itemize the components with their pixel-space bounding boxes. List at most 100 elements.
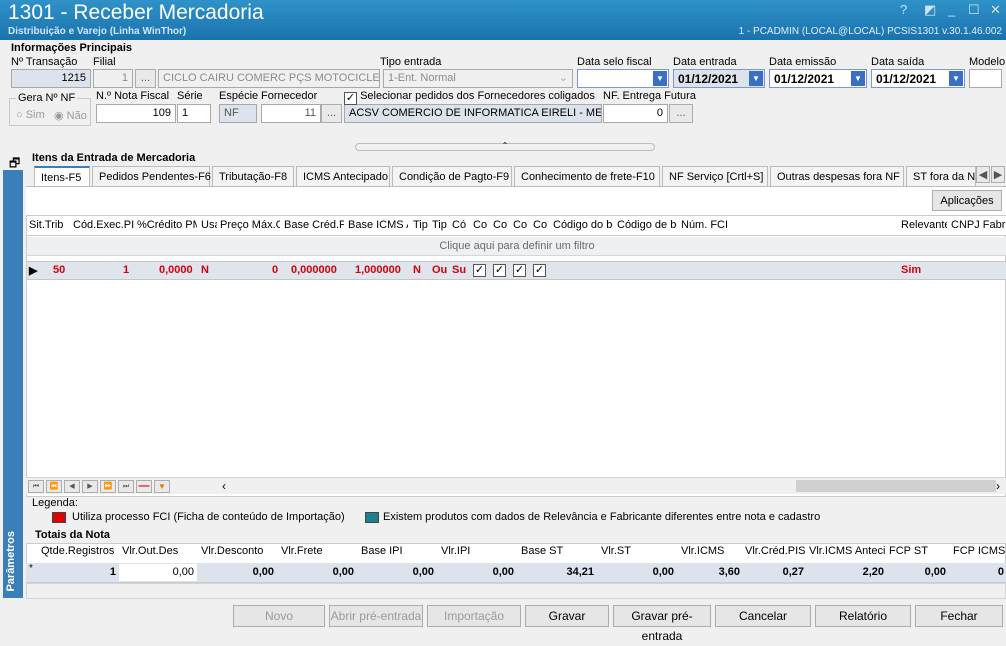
close-icon[interactable]: ✕ xyxy=(990,2,1001,18)
col-tip-2[interactable]: Tip xyxy=(432,219,448,231)
aplicacoes-button[interactable]: Aplicações xyxy=(932,190,1002,211)
tab-pedidos[interactable]: Pedidos Pendentes-F6 xyxy=(92,166,211,187)
scroll-left-icon[interactable]: ‹ xyxy=(222,479,226,493)
cell-cod-1[interactable]: Su xyxy=(452,264,466,276)
calendar-dropdown-icon[interactable]: ▼ xyxy=(949,71,963,86)
col-co-5[interactable]: Código do be xyxy=(553,219,613,231)
transacao-field[interactable]: 1215 xyxy=(11,69,91,88)
prev-record-icon[interactable]: ◀ xyxy=(64,480,80,493)
relatorio-button[interactable]: Relatório xyxy=(815,605,911,627)
fornecedor-field[interactable]: 11 xyxy=(261,104,321,123)
datasaida-field[interactable]: 01/12/2021 ▼ xyxy=(871,69,965,88)
col-usa[interactable]: Usa xyxy=(201,219,217,231)
col-cnpj-fabric[interactable]: CNPJ Fabric xyxy=(951,219,1006,231)
row-checkbox-1[interactable]: ✓ xyxy=(473,264,486,277)
filter-icon[interactable]: ▼ xyxy=(154,480,170,493)
cell-sit-trib[interactable]: 50 xyxy=(53,264,65,276)
first-record-icon[interactable]: ⏮ xyxy=(28,480,44,493)
tab-outras-despesas[interactable]: Outras despesas fora NF xyxy=(770,166,904,187)
parametros-sidebar[interactable]: Parâmetros xyxy=(3,170,23,598)
calendar-dropdown-icon[interactable]: ▼ xyxy=(851,71,865,86)
tab-scroll-left-icon[interactable]: ◀ xyxy=(976,166,990,183)
tab-itens[interactable]: Itens-F5 xyxy=(34,166,90,187)
col-co-3[interactable]: Co xyxy=(513,219,529,231)
col-base-cred[interactable]: Base Créd.P xyxy=(284,219,344,231)
dataemissao-field[interactable]: 01/12/2021 ▼ xyxy=(769,69,867,88)
layout-icon[interactable]: ◩ xyxy=(924,2,936,18)
col-relevante[interactable]: Relevante xyxy=(901,219,947,231)
items-grid[interactable]: Sit.Trib Cód.Exec.PI %Crédito PM Usa Pre… xyxy=(26,215,1006,497)
row-checkbox-3[interactable]: ✓ xyxy=(513,264,526,277)
col-num-fci[interactable]: Núm. FCI xyxy=(681,219,881,231)
cancelar-button[interactable]: Cancelar xyxy=(715,605,811,627)
next-page-icon[interactable]: ⏩ xyxy=(100,480,116,493)
filial-lookup-button[interactable]: ... xyxy=(135,69,156,88)
tab-nf-servico[interactable]: NF Serviço [Crtl+S] xyxy=(662,166,768,187)
col-preco-max[interactable]: Preço Máx.C xyxy=(220,219,280,231)
gravar-button[interactable]: Gravar xyxy=(525,605,609,627)
maximize-icon[interactable]: ☐ xyxy=(968,2,980,18)
col-co-4[interactable]: Co xyxy=(533,219,549,231)
calendar-dropdown-icon[interactable]: ▼ xyxy=(653,71,667,86)
row-checkbox-4[interactable]: ✓ xyxy=(533,264,546,277)
radio-nao[interactable]: ◉ Não xyxy=(54,109,87,122)
totais-scrollbar[interactable] xyxy=(26,583,1006,599)
col-credito-pm[interactable]: %Crédito PM xyxy=(137,219,197,231)
cell-preco-max[interactable]: 0 xyxy=(272,264,278,276)
row-checkbox-2[interactable]: ✓ xyxy=(493,264,506,277)
cell-base-icms[interactable]: 1,000000 xyxy=(355,264,401,276)
importacao-button[interactable]: Importação xyxy=(427,605,521,627)
futura-field[interactable]: 0 xyxy=(603,104,668,123)
col-base-icms[interactable]: Base ICMS A xyxy=(348,219,408,231)
col-co-2[interactable]: Co xyxy=(493,219,509,231)
abrir-pre-entrada-button[interactable]: Abrir pré-entrada xyxy=(329,605,423,627)
tab-condicao-pagto[interactable]: Condição de Pagto-F9 xyxy=(392,166,512,187)
selecionar-checkbox[interactable]: ✓ Selecionar pedidos dos Fornecedores co… xyxy=(344,90,595,105)
selo-date-field[interactable]: ▼ xyxy=(577,69,669,88)
fechar-button[interactable]: Fechar xyxy=(915,605,1003,627)
grid-filter-row[interactable]: Clique aqui para definir um filtro xyxy=(27,237,1006,256)
col-co-1[interactable]: Co xyxy=(473,219,489,231)
tab-conhecimento-frete[interactable]: Conhecimento de frete-F10 xyxy=(514,166,660,187)
radio-sim[interactable]: ○ Sim xyxy=(16,109,45,121)
novo-button[interactable]: Novo xyxy=(233,605,325,627)
last-record-icon[interactable]: ⏭ xyxy=(118,480,134,493)
minimize-icon[interactable]: _ xyxy=(948,2,955,17)
filial-field[interactable]: 1 xyxy=(93,69,133,88)
col-tip-1[interactable]: Tip xyxy=(413,219,429,231)
next-record-icon[interactable]: ▶ xyxy=(82,480,98,493)
calendar-dropdown-icon[interactable]: ▼ xyxy=(749,71,763,86)
futura-lookup-button[interactable]: ... xyxy=(669,104,693,123)
col-cod-exec[interactable]: Cód.Exec.PI xyxy=(73,219,135,231)
table-row[interactable]: ▶ 50 1 0,0000 N 0 0,000000 1,000000 N Ou… xyxy=(27,261,1006,280)
cell-tip-1[interactable]: N xyxy=(413,264,421,276)
notafiscal-field[interactable]: 109 xyxy=(96,104,176,123)
modelo-field[interactable] xyxy=(969,69,1002,88)
help-icon[interactable]: ? xyxy=(900,2,907,17)
especie-field[interactable]: NF xyxy=(219,104,257,123)
cell-base-cred[interactable]: 0,000000 xyxy=(291,264,337,276)
cell-usa[interactable]: N xyxy=(201,264,209,276)
dataentrada-field[interactable]: 01/12/2021 ▼ xyxy=(673,69,765,88)
col-cod-1[interactable]: Có xyxy=(452,219,468,231)
scroll-right-icon[interactable]: › xyxy=(996,479,1000,493)
tab-scroll-right-icon[interactable]: ▶ xyxy=(991,166,1005,183)
tab-icms-antecipado[interactable]: ICMS Antecipado xyxy=(296,166,390,187)
tipo-select[interactable]: 1-Ent. Normal ⌄ xyxy=(383,69,573,88)
tab-tributacao[interactable]: Tributação-F8 xyxy=(212,166,294,187)
horizontal-scrollbar[interactable] xyxy=(796,480,996,492)
fornecedor-lookup-button[interactable]: ... xyxy=(321,104,342,123)
cell-relevante[interactable]: Sim xyxy=(901,264,921,276)
tab-st-fora[interactable]: ST fora da N xyxy=(906,166,976,187)
cell-cod-exec[interactable]: 1 xyxy=(123,264,129,276)
cell-credito-pm[interactable]: 0,0000 xyxy=(159,264,193,276)
gravar-pre-entrada-button[interactable]: Gravar pré-entrada xyxy=(613,605,711,643)
delete-record-icon[interactable]: — xyxy=(136,480,152,493)
collapse-splitter[interactable]: ⌃ xyxy=(355,142,655,151)
grid-header: Sit.Trib Cód.Exec.PI %Crédito PM Usa Pre… xyxy=(27,216,1006,236)
serie-field[interactable]: 1 xyxy=(177,104,211,123)
col-sit-trib[interactable]: Sit.Trib xyxy=(29,219,71,231)
col-cod-bene[interactable]: Código de be xyxy=(617,219,677,231)
cell-tip-2[interactable]: Ou xyxy=(432,264,447,276)
prev-page-icon[interactable]: ⏪ xyxy=(46,480,62,493)
